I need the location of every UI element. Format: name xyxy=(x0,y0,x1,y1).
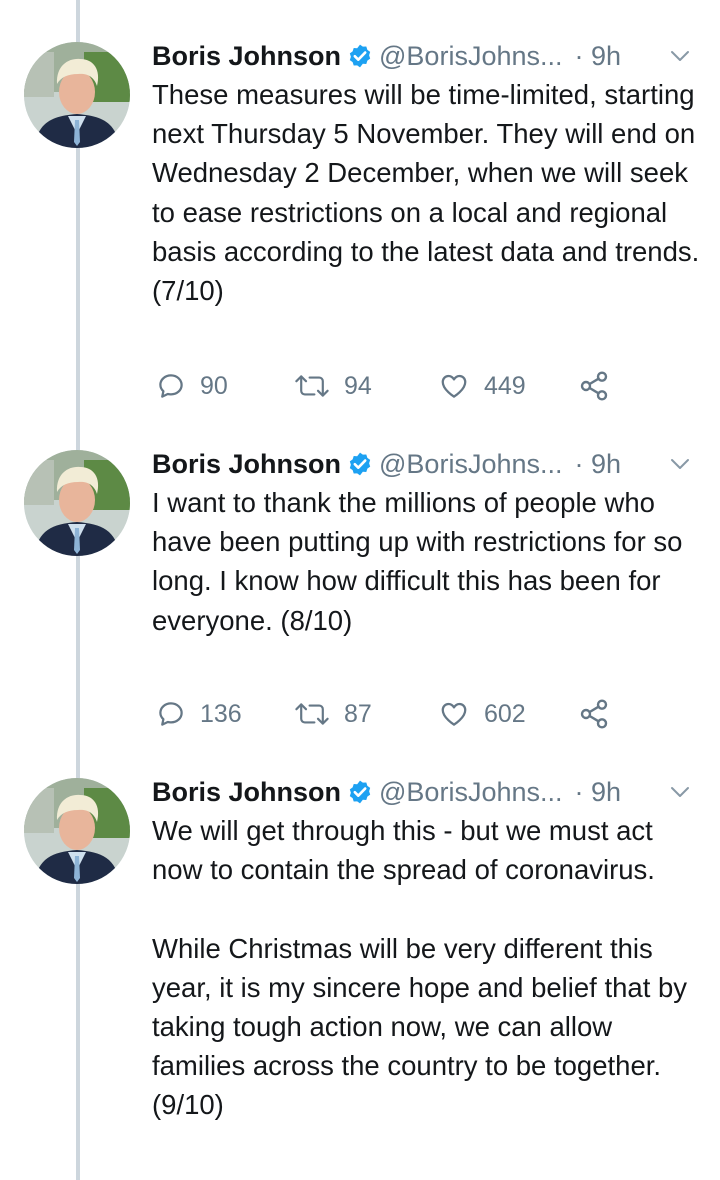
tweet-header: Boris Johnson @BorisJohns... · 9h xyxy=(152,36,700,76)
like-button[interactable]: 602 xyxy=(438,694,526,734)
retweet-button[interactable]: 94 xyxy=(294,366,372,406)
tweet-text: We will get through this - but we must a… xyxy=(152,815,688,1121)
retweet-button[interactable]: 87 xyxy=(294,694,372,734)
retweet-count: 94 xyxy=(344,371,372,400)
tweet-text: I want to thank the millions of people w… xyxy=(152,487,683,636)
like-count: 602 xyxy=(484,699,526,728)
tweet-text: These measures will be time-limited, sta… xyxy=(152,79,700,307)
avatar[interactable] xyxy=(24,450,130,556)
share-icon xyxy=(580,371,608,401)
like-button[interactable]: 449 xyxy=(438,366,526,406)
tweet[interactable]: Boris Johnson @BorisJohns... · 9h I want… xyxy=(0,444,720,744)
heart-icon xyxy=(441,702,467,726)
tweet-header: Boris Johnson @BorisJohns... · 9h xyxy=(152,772,700,812)
tweet-actions: 90 94 449 xyxy=(152,366,700,406)
display-name[interactable]: Boris Johnson xyxy=(152,444,341,484)
avatar-image xyxy=(24,42,130,148)
verified-badge-icon xyxy=(347,779,373,805)
reply-button[interactable]: 136 xyxy=(156,694,242,734)
reply-button[interactable]: 90 xyxy=(156,366,228,406)
timestamp[interactable]: · 9h xyxy=(575,772,622,812)
avatar[interactable] xyxy=(24,42,130,148)
chevron-down-icon[interactable] xyxy=(668,780,692,804)
reply-icon xyxy=(159,702,183,726)
tweet[interactable]: Boris Johnson @BorisJohns... · 9h We wil… xyxy=(0,772,720,1172)
avatar[interactable] xyxy=(24,778,130,884)
verified-badge-icon xyxy=(347,451,373,477)
verified-badge-icon xyxy=(347,43,373,69)
share-icon xyxy=(580,699,608,729)
retweet-icon xyxy=(295,375,329,397)
avatar-image xyxy=(24,778,130,884)
share-button[interactable] xyxy=(578,694,610,734)
display-name[interactable]: Boris Johnson xyxy=(152,36,341,76)
handle[interactable]: @BorisJohns... xyxy=(379,772,562,812)
reply-count: 90 xyxy=(200,371,228,400)
tweet[interactable]: Boris Johnson @BorisJohns... · 9h These … xyxy=(0,36,720,416)
handle[interactable]: @BorisJohns... xyxy=(379,36,562,76)
heart-icon xyxy=(441,374,467,398)
like-count: 449 xyxy=(484,371,526,400)
avatar-image xyxy=(24,450,130,556)
reply-count: 136 xyxy=(200,699,242,728)
tweet-header: Boris Johnson @BorisJohns... · 9h xyxy=(152,444,700,484)
timestamp[interactable]: · 9h xyxy=(575,36,622,76)
display-name[interactable]: Boris Johnson xyxy=(152,772,341,812)
timestamp[interactable]: · 9h xyxy=(575,444,622,484)
chevron-down-icon[interactable] xyxy=(668,44,692,68)
retweet-count: 87 xyxy=(344,699,372,728)
retweet-icon xyxy=(295,703,329,725)
chevron-down-icon[interactable] xyxy=(668,452,692,476)
share-button[interactable] xyxy=(578,366,610,406)
handle[interactable]: @BorisJohns... xyxy=(379,444,562,484)
reply-icon xyxy=(159,374,183,398)
tweet-actions: 136 87 602 xyxy=(152,694,700,734)
